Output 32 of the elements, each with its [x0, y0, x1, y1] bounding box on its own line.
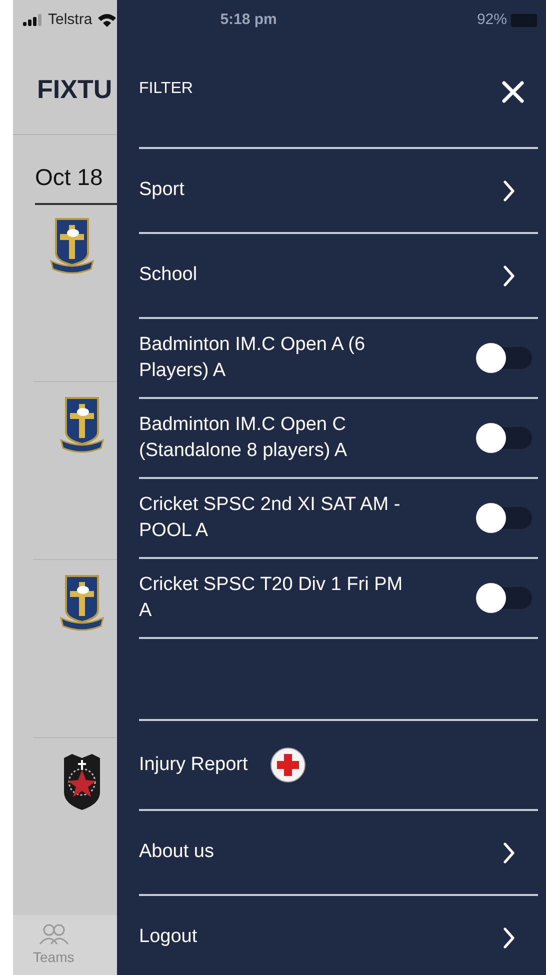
- signal-icon: [22, 13, 44, 27]
- menu-item-label: School: [139, 263, 198, 288]
- competition-label: Badminton IM.C Open C (Standalone 8 players) A: [139, 413, 348, 463]
- close-icon: [501, 80, 525, 104]
- people-icon: [38, 923, 69, 945]
- status-time: 5:18 pm: [220, 10, 277, 30]
- filter-title: FILTER: [139, 79, 193, 99]
- competition-label: Badminton IM.C Open A (6 Players) A: [139, 333, 366, 383]
- menu-item-label: Sport: [139, 178, 184, 202]
- chevron-right-icon: [502, 926, 516, 948]
- chevron-right-icon: [502, 264, 516, 286]
- battery-icon: [511, 14, 537, 26]
- competition-label: Cricket SPSC T20 Div 1 Fri PM A: [139, 573, 404, 623]
- carrier-name: Telstra: [48, 10, 92, 30]
- menu-item-label: Injury Report: [139, 752, 248, 777]
- menu-item-label: About us: [139, 840, 214, 864]
- filter-menu-item[interactable]: School: [139, 232, 538, 317]
- menu-item-label: Logout: [139, 925, 198, 950]
- filter-menu-item[interactable]: About us: [139, 809, 538, 894]
- battery-percent: 92%: [476, 10, 507, 30]
- crest-icon: [59, 574, 105, 632]
- competition-label: Cricket SPSC 2nd XI SAT AM - POOL A: [139, 493, 402, 543]
- filter-menu-item[interactable]: Logout: [139, 894, 538, 975]
- first-aid-icon: [270, 747, 306, 783]
- filter-menu-item[interactable]: Sport: [139, 147, 538, 232]
- injury-report-item[interactable]: Injury Report: [139, 719, 538, 809]
- chevron-right-icon: [502, 180, 516, 202]
- crest-icon: [59, 396, 105, 454]
- page-title: FIXTU: [37, 74, 112, 104]
- chevron-right-icon: [502, 842, 516, 864]
- wifi-icon: [97, 13, 118, 27]
- crest-icon: [49, 217, 95, 275]
